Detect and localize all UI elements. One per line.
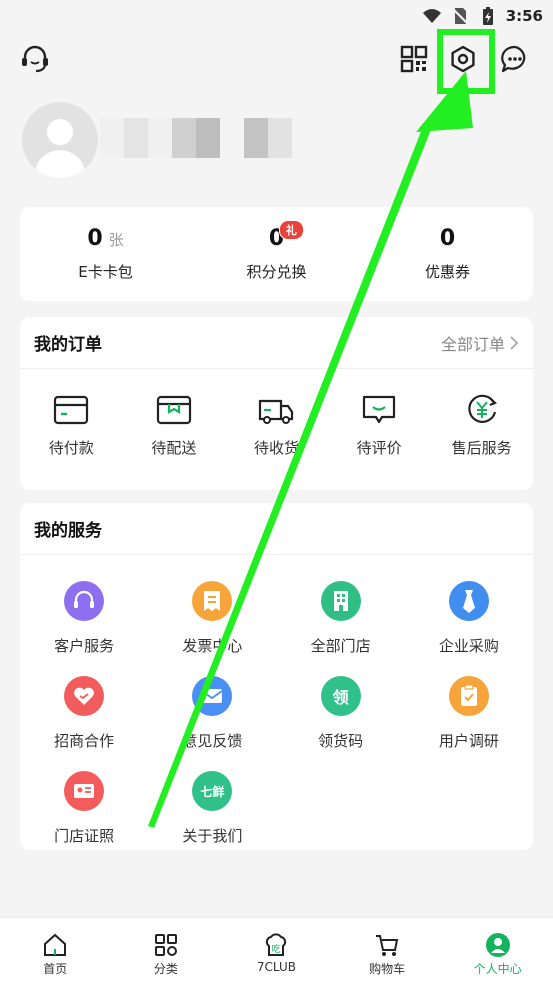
all-orders-label: 全部订单	[440, 334, 505, 354]
handshake-heart-icon	[64, 676, 105, 716]
nav-home-label: 首页	[43, 962, 68, 976]
coupon-count: 0	[439, 226, 456, 251]
default-avatar-icon	[22, 102, 98, 178]
headset-icon	[22, 45, 48, 73]
order-pending-payment[interactable]: 待付款	[20, 393, 123, 458]
comment-icon	[362, 395, 396, 424]
chat-icon	[501, 45, 526, 73]
nav-category-label: 分类	[153, 962, 178, 976]
category-icon	[154, 934, 177, 956]
profile-page: 3:56 0 张 E卡卡包 0 礼 积分兑换 0 优惠券 我的订单 全部订单 待…	[0, 0, 553, 983]
my-services-card: 我的服务 客户服务 发票中心 全部门店 企业采购 招商合作 意见反馈 领 领货码…	[20, 503, 533, 850]
all-orders-link[interactable]: 全部订单	[441, 331, 519, 355]
clipboard-icon	[448, 676, 489, 716]
service-enterprise-purchase-label: 企业采购	[438, 637, 499, 655]
nav-profile-label: 个人中心	[473, 962, 522, 976]
service-enterprise-purchase[interactable]: 企业采购	[405, 581, 533, 656]
ecard-unit: 张	[108, 231, 124, 249]
avatar[interactable]	[22, 102, 98, 178]
envelope-icon	[192, 676, 233, 716]
ecard-wallet[interactable]: 0 张 E卡卡包	[20, 207, 191, 301]
headset-icon	[64, 581, 105, 621]
service-all-stores-label: 全部门店	[310, 637, 371, 655]
nav-7club[interactable]: 吃 7CLUB	[221, 918, 332, 983]
points-exchange[interactable]: 0 礼 积分兑换	[191, 207, 362, 301]
chef-hat-icon: 吃	[266, 933, 287, 956]
service-user-survey[interactable]: 用户调研	[405, 676, 533, 751]
brand-logo-icon: 七鲜	[192, 771, 233, 811]
truck-icon	[259, 399, 294, 424]
service-about-us[interactable]: 七鲜 关于我们	[148, 771, 276, 846]
wallet-icon	[54, 395, 89, 425]
no-sim-icon	[450, 7, 469, 25]
qrcode-icon	[400, 45, 428, 73]
service-business-cooperation-label: 招商合作	[54, 732, 115, 750]
service-feedback[interactable]: 意见反馈	[148, 676, 276, 751]
service-store-license-label: 门店证照	[54, 827, 115, 845]
receive-code-icon: 领	[320, 676, 361, 716]
service-about-us-label: 关于我们	[182, 827, 243, 845]
my-orders-card: 我的订单 全部订单 待付款 待配送 待收货 待评价 售后服务	[20, 317, 533, 490]
status-time: 3:56	[505, 7, 543, 25]
service-store-license[interactable]: 门店证照	[20, 771, 148, 846]
service-invoice-center[interactable]: 发票中心	[148, 581, 276, 656]
ecard-label: E卡卡包	[78, 263, 133, 281]
yuan-refresh-icon	[467, 394, 497, 423]
order-after-sales-label: 售后服务	[451, 439, 512, 457]
license-card-icon	[64, 771, 105, 811]
nav-profile[interactable]: 个人中心	[442, 918, 553, 983]
invoice-icon	[192, 581, 233, 621]
nav-cart-label: 购物车	[369, 962, 406, 976]
service-business-cooperation[interactable]: 招商合作	[20, 676, 148, 751]
order-after-sales[interactable]: 售后服务	[430, 393, 533, 458]
profile-icon	[485, 933, 510, 957]
brand-logo-glyph: 七鲜	[200, 784, 225, 799]
service-invoice-center-label: 发票中心	[182, 637, 243, 655]
cart-icon	[376, 935, 399, 956]
service-receive-code[interactable]: 领 领货码	[277, 676, 405, 751]
points-label: 积分兑换	[246, 263, 307, 281]
battery-charging-icon	[482, 7, 493, 25]
settings-highlight-box	[437, 29, 495, 94]
bottom-nav: 首页 分类 吃 7CLUB 购物车 个人中心	[0, 917, 553, 983]
tie-icon	[448, 581, 489, 621]
coupons[interactable]: 0 优惠券	[362, 207, 533, 301]
order-pending-review-label: 待评价	[356, 439, 402, 457]
nav-category[interactable]: 分类	[111, 918, 222, 983]
qrcode-button[interactable]	[397, 42, 431, 76]
order-pending-receipt-label: 待收货	[253, 439, 299, 457]
coupon-label: 优惠券	[424, 263, 470, 281]
assets-card: 0 张 E卡卡包 0 礼 积分兑换 0 优惠券	[20, 207, 533, 301]
receive-code-glyph: 领	[332, 688, 349, 707]
services-title: 我的服务	[34, 521, 102, 541]
messages-button[interactable]	[498, 42, 532, 76]
ecard-count: 0	[87, 226, 103, 251]
home-icon	[44, 933, 67, 956]
gift-badge: 礼	[278, 220, 304, 240]
service-receive-code-label: 领货码	[318, 732, 364, 750]
svg-text:吃: 吃	[272, 943, 281, 955]
building-icon	[320, 581, 361, 621]
service-customer-service-label: 客户服务	[54, 637, 115, 655]
order-pending-payment-label: 待付款	[48, 439, 94, 457]
nav-7club-label: 7CLUB	[256, 960, 297, 974]
orders-header: 我的订单 全部订单	[20, 317, 533, 369]
orders-title: 我的订单	[34, 335, 102, 355]
username-blurred	[100, 118, 292, 158]
service-feedback-label: 意见反馈	[182, 732, 243, 750]
order-pending-delivery-label: 待配送	[151, 439, 197, 457]
service-customer-service[interactable]: 客户服务	[20, 581, 148, 656]
chevron-right-icon	[510, 335, 519, 350]
order-pending-receipt[interactable]: 待收货	[225, 393, 328, 458]
service-all-stores[interactable]: 全部门店	[277, 581, 405, 656]
package-icon	[156, 395, 191, 425]
order-pending-review[interactable]: 待评价	[328, 393, 431, 458]
wifi-icon	[422, 9, 441, 23]
nav-home[interactable]: 首页	[0, 918, 111, 983]
services-header: 我的服务	[20, 503, 533, 555]
nav-cart[interactable]: 购物车	[332, 918, 443, 983]
service-user-survey-label: 用户调研	[438, 732, 499, 750]
order-pending-delivery[interactable]: 待配送	[123, 393, 226, 458]
customer-service-button[interactable]	[18, 42, 52, 76]
